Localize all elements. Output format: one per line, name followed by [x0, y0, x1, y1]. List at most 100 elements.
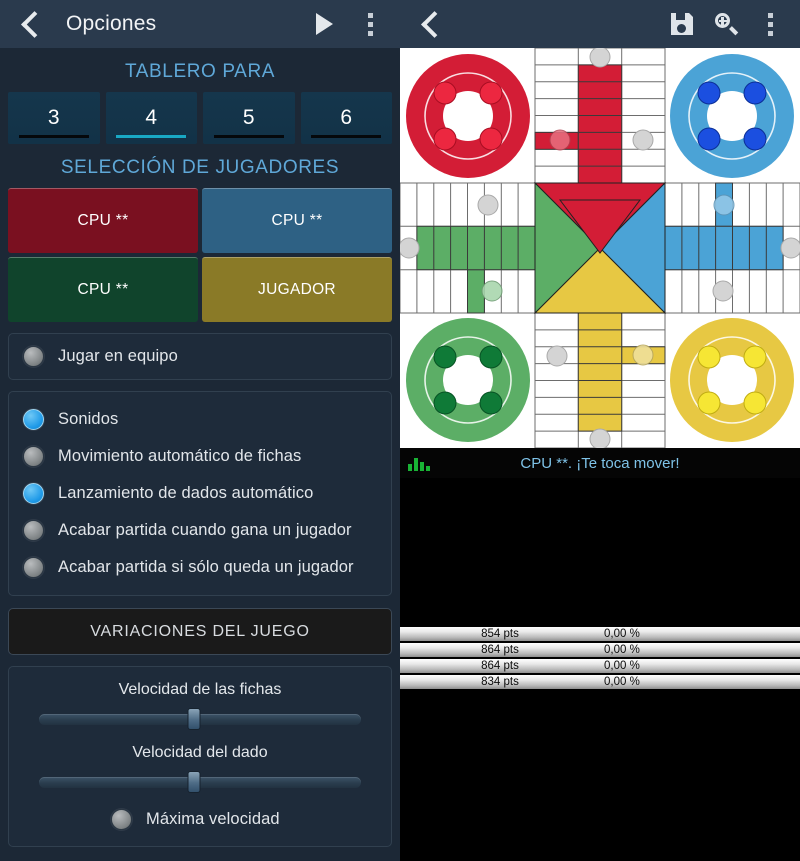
game-panel: CPU **. ¡Te toca mover! 854 pts 0,00 % 8…	[400, 0, 800, 861]
board-size-tab-label: 6	[340, 106, 353, 129]
radio-unchecked-icon[interactable]	[23, 520, 44, 541]
option-row-auto-dice[interactable]: Lanzamiento de dados automático	[9, 475, 391, 512]
dice-speed-label: Velocidad del dado	[132, 744, 268, 761]
zoom-in-icon	[714, 12, 739, 36]
option-label: Acabar partida cuando gana un jugador	[58, 521, 352, 539]
page-title: Opciones	[66, 12, 157, 35]
kebab-menu-icon	[767, 12, 773, 36]
board-size-heading: TABLERO PARA	[124, 61, 276, 82]
home-base-yellow	[670, 318, 794, 442]
chevron-left-icon	[19, 13, 41, 35]
home-base-green	[406, 318, 530, 442]
parchis-board-svg[interactable]	[400, 48, 800, 448]
options-appbar: Opciones	[0, 0, 400, 48]
player-slot-1[interactable]: CPU **	[8, 188, 198, 253]
game-variations-button[interactable]: VARIACIONES DEL JUEGO	[8, 608, 392, 655]
player-slot-2[interactable]: CPU **	[202, 188, 392, 253]
score-percent: 0,00 %	[604, 644, 640, 656]
piece-speed-label: Velocidad de las fichas	[118, 681, 282, 698]
score-points: 864 pts	[481, 660, 519, 672]
zoom-in-button[interactable]	[706, 4, 746, 44]
player-slot-label: JUGADOR	[258, 281, 336, 298]
option-row-auto-move[interactable]: Movimiento automático de fichas	[9, 438, 391, 475]
parchis-board[interactable]	[400, 48, 800, 448]
option-row-sounds[interactable]: Sonidos	[9, 401, 391, 438]
kebab-menu-icon	[367, 12, 373, 36]
slider-thumb[interactable]	[187, 708, 201, 730]
board-size-tabs: 3 4 5 6	[0, 92, 400, 144]
radio-checked-icon[interactable]	[23, 409, 44, 430]
option-label: Jugar en equipo	[58, 347, 178, 365]
option-row-team[interactable]: Jugar en equipo	[9, 338, 391, 375]
table-row: 834 pts 0,00 %	[400, 675, 800, 689]
radio-unchecked-icon[interactable]	[23, 557, 44, 578]
piece-speed-slider[interactable]	[39, 708, 361, 730]
home-base-red	[406, 54, 530, 178]
player-selection-heading: SELECCIÓN DE JUGADORES	[60, 157, 340, 178]
save-floppy-icon	[671, 13, 693, 35]
status-message: CPU **. ¡Te toca mover!	[520, 454, 680, 472]
option-row-max-speed[interactable]: Máxima velocidad	[9, 795, 391, 838]
tab-underline	[311, 135, 382, 138]
board-size-tab-label: 4	[145, 106, 158, 129]
score-percent: 0,00 %	[604, 660, 640, 672]
app-screen: Opciones TABLERO PARA 3 4 5 6 SELECCIÓN …	[0, 0, 800, 861]
radio-unchecked-icon[interactable]	[23, 446, 44, 467]
option-label: Lanzamiento de dados automático	[58, 484, 314, 502]
board-size-tab-6[interactable]: 6	[300, 92, 392, 144]
console-area-bottom	[400, 691, 800, 861]
overflow-menu-button[interactable]	[750, 4, 790, 44]
board-size-tab-label: 3	[47, 106, 60, 129]
chevron-left-icon	[419, 13, 441, 35]
player-slot-4[interactable]: JUGADOR	[202, 257, 392, 322]
option-label: Máxima velocidad	[146, 810, 280, 828]
score-table: 854 pts 0,00 % 864 pts 0,00 % 864 pts 0,…	[400, 621, 800, 689]
tab-underline	[18, 135, 89, 138]
table-row: 864 pts 0,00 %	[400, 643, 800, 657]
table-row: 854 pts 0,00 %	[400, 627, 800, 641]
console-area-top	[400, 478, 800, 621]
tab-underline	[213, 135, 284, 138]
score-points: 834 pts	[481, 676, 519, 688]
tab-underline-selected	[116, 135, 187, 138]
general-options-card: Sonidos Movimiento automático de fichas …	[8, 391, 392, 596]
radio-unchecked-icon[interactable]	[23, 346, 44, 367]
board-size-tab-3[interactable]: 3	[8, 92, 100, 144]
home-base-blue	[670, 54, 794, 178]
player-slot-label: CPU **	[271, 212, 323, 229]
board-size-tab-label: 5	[242, 106, 255, 129]
score-points: 864 pts	[481, 644, 519, 656]
dice-speed-slider[interactable]	[39, 771, 361, 793]
score-percent: 0,00 %	[604, 676, 640, 688]
options-panel: Opciones TABLERO PARA 3 4 5 6 SELECCIÓN …	[0, 0, 400, 861]
player-selection-grid: CPU ** CPU ** CPU ** JUGADOR	[0, 188, 400, 322]
game-variations-label: VARIACIONES DEL JUEGO	[90, 622, 310, 640]
radio-unchecked-icon[interactable]	[111, 809, 132, 830]
player-slot-label: CPU **	[77, 281, 129, 298]
table-row: 864 pts 0,00 %	[400, 659, 800, 673]
score-points: 854 pts	[481, 628, 519, 640]
play-button[interactable]	[304, 4, 344, 44]
team-option-card: Jugar en equipo	[8, 333, 392, 380]
option-label: Movimiento automático de fichas	[58, 447, 302, 465]
overflow-menu-button[interactable]	[350, 4, 390, 44]
save-button[interactable]	[662, 4, 702, 44]
speed-settings-card: Velocidad de las fichas Velocidad del da…	[8, 666, 392, 847]
score-percent: 0,00 %	[604, 628, 640, 640]
game-appbar	[400, 0, 800, 48]
back-button[interactable]	[10, 4, 50, 44]
board-size-tab-4[interactable]: 4	[105, 92, 197, 144]
game-status-bar: CPU **. ¡Te toca mover!	[400, 448, 800, 478]
piece-speed-block: Velocidad de las fichas	[9, 669, 391, 732]
player-slot-3[interactable]: CPU **	[8, 257, 198, 322]
player-slot-label: CPU **	[77, 212, 129, 229]
radio-checked-icon[interactable]	[23, 483, 44, 504]
option-label: Acabar partida si sólo queda un jugador	[58, 558, 354, 576]
option-row-end-on-winner[interactable]: Acabar partida cuando gana un jugador	[9, 512, 391, 549]
board-size-tab-5[interactable]: 5	[203, 92, 295, 144]
option-label: Sonidos	[58, 410, 119, 428]
dice-speed-block: Velocidad del dado	[9, 732, 391, 795]
option-row-end-on-last-player[interactable]: Acabar partida si sólo queda un jugador	[9, 549, 391, 586]
back-button[interactable]	[410, 4, 450, 44]
slider-thumb[interactable]	[187, 771, 201, 793]
